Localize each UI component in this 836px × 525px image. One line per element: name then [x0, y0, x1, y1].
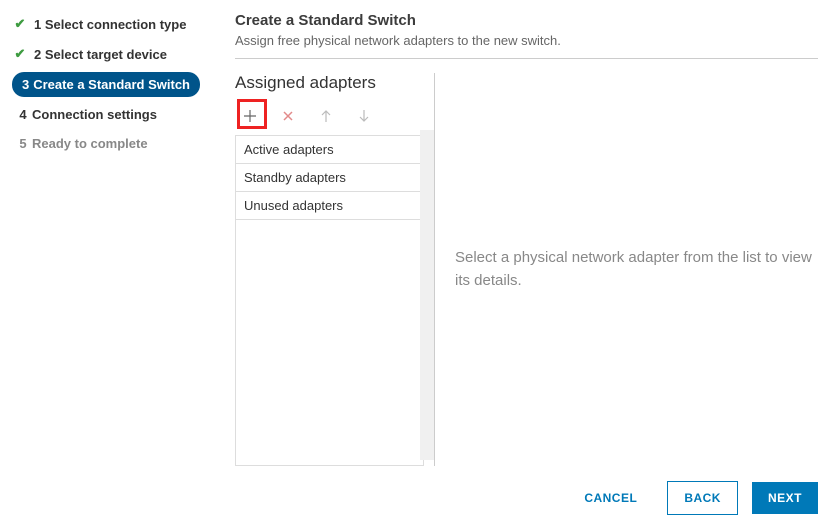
adapter-toolbar	[235, 103, 424, 135]
detail-placeholder: Select a physical network adapter from t…	[455, 247, 818, 292]
scrollbar[interactable]	[420, 130, 434, 460]
add-icon[interactable]	[241, 107, 259, 125]
move-up-icon[interactable]	[317, 107, 335, 125]
assigned-adapters-pane: Assigned adapters Act	[235, 73, 435, 466]
check-icon: ✔	[12, 16, 28, 32]
back-button[interactable]: BACK	[667, 481, 738, 515]
adapter-detail-pane: Select a physical network adapter from t…	[435, 73, 818, 466]
move-down-icon[interactable]	[355, 107, 373, 125]
step-5[interactable]: 5 Ready to complete	[12, 132, 225, 155]
unused-adapters-group[interactable]: Unused adapters	[236, 192, 423, 220]
remove-icon[interactable]	[279, 107, 297, 125]
page-subtitle: Assign free physical network adapters to…	[235, 33, 818, 48]
wizard-footer: CANCEL BACK NEXT	[568, 481, 818, 515]
divider	[235, 58, 818, 59]
step-3[interactable]: 3 Create a Standard Switch	[12, 72, 200, 97]
standby-adapters-group[interactable]: Standby adapters	[236, 164, 423, 192]
check-icon: ✔	[12, 46, 28, 62]
step-1[interactable]: ✔ 1 Select connection type	[12, 12, 225, 36]
assigned-adapters-title: Assigned adapters	[235, 73, 424, 93]
adapter-list-empty	[236, 220, 423, 465]
adapter-list: Active adapters Standby adapters Unused …	[235, 135, 424, 466]
cancel-button[interactable]: CANCEL	[568, 482, 653, 514]
wizard-sidebar: ✔ 1 Select connection type ✔ 2 Select ta…	[0, 12, 225, 466]
page-title: Create a Standard Switch	[235, 12, 818, 29]
step-2[interactable]: ✔ 2 Select target device	[12, 42, 225, 66]
step-4[interactable]: 4 Connection settings	[12, 103, 225, 126]
active-adapters-group[interactable]: Active adapters	[236, 136, 423, 164]
next-button[interactable]: NEXT	[752, 482, 818, 514]
